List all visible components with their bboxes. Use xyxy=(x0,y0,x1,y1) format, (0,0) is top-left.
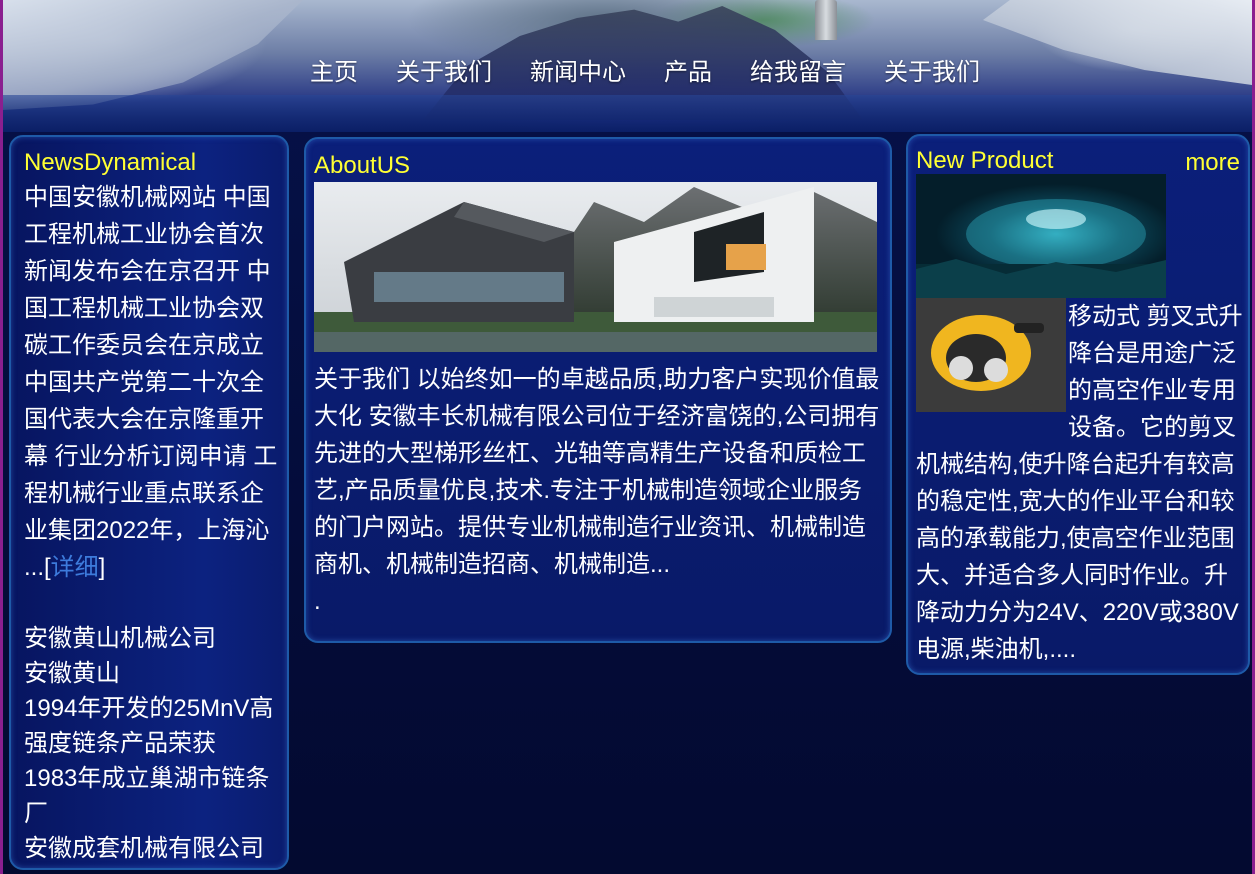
product-description: 移动式 剪叉式升降台是用途广泛的高空作业专用设备。它的剪叉机械结构,使升降台起升… xyxy=(916,298,1244,668)
banner-snow-right xyxy=(983,0,1252,85)
about-panel: AboutUS 关于我们 以始终如一的卓越品质,助力客户实现价值最大化 安徽丰长… xyxy=(304,137,892,643)
banner-snow-left xyxy=(3,0,303,110)
news-detail-link[interactable]: 详细 xyxy=(51,554,99,581)
news-summary-text: 中国安徽机械网站 中国工程机械工业协会首次新闻发布会在京召开 中国工程机械工业协… xyxy=(24,184,278,581)
nav-about-2[interactable]: 关于我们 xyxy=(884,52,980,87)
product-panel: New Product more 移动式 剪叉式升降台是用途广泛的高空作业专用设… xyxy=(906,134,1250,675)
about-text: 关于我们 以始终如一的卓越品质,助力客户实现价值最大化 安徽丰长机械有限公司位于… xyxy=(314,361,884,620)
news-list-item[interactable]: 1994年开发的25MnV高强度链条产品荣获 xyxy=(24,691,286,761)
banner-lighthouse xyxy=(815,0,837,40)
nav-news[interactable]: 新闻中心 xyxy=(530,52,626,87)
news-title: NewsDynamical xyxy=(24,149,197,176)
news-list-item[interactable]: 安徽成套机械有限公司 xyxy=(24,831,286,866)
news-panel: NewsDynamical 中国安徽机械网站 中国工程机械工业协会首次新闻发布会… xyxy=(9,135,289,870)
underwater-product-image[interactable] xyxy=(916,174,1166,298)
product-title: New Product xyxy=(916,147,1054,174)
news-bracket-close: ] xyxy=(98,554,106,581)
news-summary: 中国安徽机械网站 中国工程机械工业协会首次新闻发布会在京召开 中国工程机械工业协… xyxy=(24,179,286,586)
nav-about[interactable]: 关于我们 xyxy=(396,52,492,87)
news-list-item[interactable]: 安徽黄山 xyxy=(24,656,286,691)
about-trailing: . xyxy=(314,588,321,615)
banner-water xyxy=(3,95,1252,132)
about-paragraph: 关于我们 以始终如一的卓越品质,助力客户实现价值最大化 安徽丰长机械有限公司位于… xyxy=(314,366,880,578)
nav-home[interactable]: 主页 xyxy=(310,52,358,87)
nav-guestbook[interactable]: 给我留言 xyxy=(750,52,846,87)
about-building-image xyxy=(314,182,877,352)
nav-products[interactable]: 产品 xyxy=(664,52,712,87)
more-link[interactable]: more xyxy=(1185,149,1240,177)
news-list-item[interactable]: 1983年成立巢湖市链条厂 xyxy=(24,761,286,831)
about-title: AboutUS xyxy=(314,152,411,179)
main-nav: 主页 关于我们 新闻中心 产品 给我留言 关于我们 xyxy=(310,52,1018,87)
news-list-item[interactable]: 安徽黄山机械公司 xyxy=(24,621,286,656)
building-illustration xyxy=(314,182,877,352)
underwater-illustration xyxy=(916,199,1166,298)
header-banner: 主页 关于我们 新闻中心 产品 给我留言 关于我们 xyxy=(3,0,1252,132)
news-list: 安徽黄山机械公司 安徽黄山 1994年开发的25MnV高强度链条产品荣获 198… xyxy=(24,621,286,866)
